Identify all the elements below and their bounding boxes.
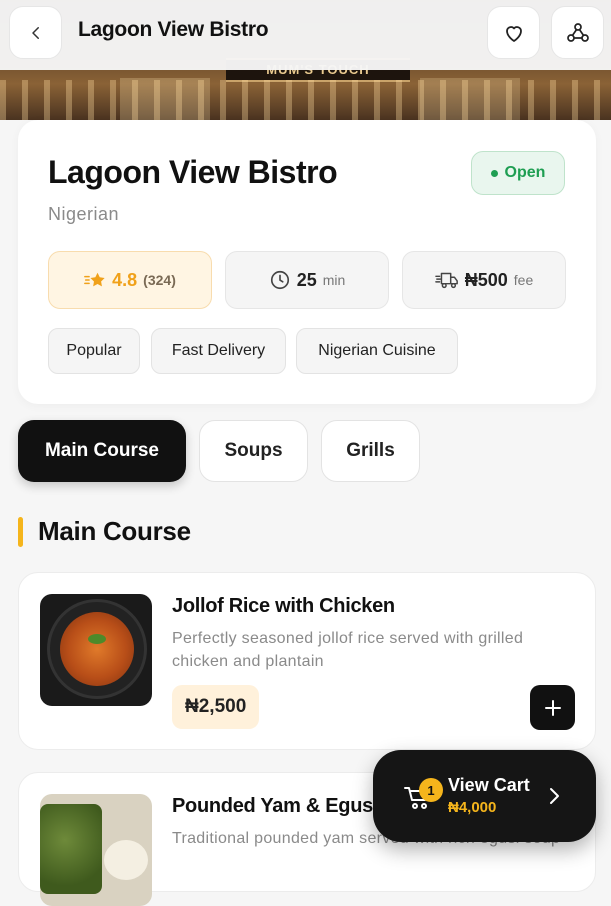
- tab-grills[interactable]: Grills: [321, 420, 420, 482]
- clock-icon: [270, 270, 289, 290]
- rating-value: 4.8: [112, 269, 138, 290]
- delivery-time-unit: min: [322, 272, 346, 288]
- status-label: Open: [504, 164, 546, 181]
- egusi-soup: [40, 804, 102, 894]
- dish-image: [40, 594, 152, 706]
- share-icon: [566, 22, 589, 42]
- dish-name: Jollof Rice with Chicken: [172, 595, 395, 617]
- tab-soups[interactable]: Soups: [199, 420, 308, 482]
- dish-description: Perfectly seasoned jollof rice served wi…: [172, 630, 524, 670]
- rice: [60, 612, 134, 686]
- top-bar: Lagoon View Bistro: [0, 0, 611, 70]
- restaurant-name: Lagoon View Bistro: [48, 154, 338, 190]
- herb-garnish: [88, 634, 106, 644]
- delivery-fee-value: ₦500: [464, 269, 508, 290]
- cart-total: ₦4,000: [448, 799, 497, 816]
- star-icon: [84, 272, 105, 287]
- banner-lights: [0, 80, 611, 120]
- chevron-left-icon: [31, 26, 39, 39]
- section-title: Main Course: [38, 516, 191, 546]
- chevron-right-icon: [550, 788, 559, 804]
- cart-count-badge: 1: [419, 778, 443, 802]
- rating-stat: 4.8 (324): [48, 251, 212, 309]
- plus-icon: [544, 699, 561, 716]
- pounded-yam: [104, 840, 148, 880]
- dish-image: [40, 794, 152, 906]
- restaurant-cuisine: Nigerian: [48, 204, 120, 224]
- status-badge: Open: [471, 151, 565, 195]
- tag-nigerian-cuisine[interactable]: Nigerian Cuisine: [296, 328, 458, 374]
- back-button[interactable]: [9, 6, 62, 59]
- delivery-fee-unit: fee: [513, 272, 534, 288]
- delivery-time-stat: 25 min: [225, 251, 389, 309]
- view-cart-button[interactable]: 1 View Cart ₦4,000: [373, 750, 596, 842]
- favorite-button[interactable]: [487, 6, 540, 59]
- rating-count: (324): [143, 272, 176, 288]
- dish-name: Pounded Yam & Egusi: [172, 795, 379, 817]
- cart-label: View Cart: [448, 775, 530, 795]
- share-button[interactable]: [551, 6, 604, 59]
- status-dot: [490, 169, 498, 177]
- delivery-fee-stat: ₦500 fee: [402, 251, 566, 309]
- tab-main-course[interactable]: Main Course: [18, 420, 186, 482]
- tag-popular[interactable]: Popular: [48, 328, 140, 374]
- tag-fast-delivery[interactable]: Fast Delivery: [151, 328, 286, 374]
- restaurant-info-card: Lagoon View Bistro Nigerian Open 4.8 (32…: [18, 120, 596, 404]
- menu-item-card[interactable]: Jollof Rice with Chicken Perfectly seaso…: [18, 572, 596, 750]
- section-accent-bar: [18, 517, 23, 547]
- dish-price: ₦2,500: [172, 685, 260, 729]
- delivery-truck-icon: [434, 272, 458, 289]
- add-to-cart-button[interactable]: [530, 685, 575, 730]
- page-title: Lagoon View Bistro: [78, 18, 269, 41]
- delivery-time-value: 25: [296, 269, 317, 290]
- heart-icon: [505, 25, 522, 42]
